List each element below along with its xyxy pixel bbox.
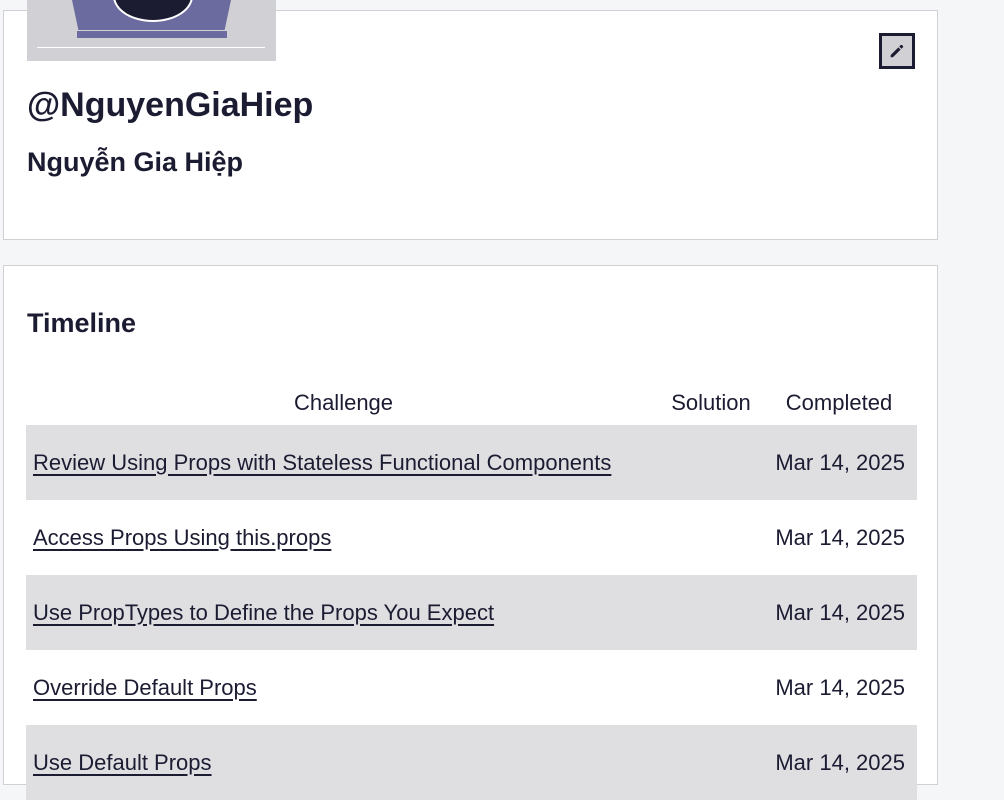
solution-cell [661, 500, 761, 575]
completed-date: Mar 14, 2025 [775, 749, 905, 775]
full-name: Nguyễn Gia Hiệp [27, 147, 244, 177]
username: @NguyenGiaHiep [27, 86, 314, 124]
avatar [27, 0, 276, 61]
timeline-title: Timeline [27, 308, 137, 338]
solution-cell [661, 575, 761, 650]
profile-card: @NguyenGiaHiep Nguyễn Gia Hiệp [3, 0, 938, 240]
table-row: Override Default Props Mar 14, 2025 [26, 650, 917, 725]
avatar-band [77, 31, 227, 38]
challenge-cell: Override Default Props [26, 650, 661, 725]
challenge-cell: Use PropTypes to Define the Props You Ex… [26, 575, 661, 650]
edit-profile-button[interactable] [879, 33, 915, 69]
challenge-link[interactable]: Use PropTypes to Define the Props You Ex… [33, 600, 494, 625]
completed-date: Mar 14, 2025 [775, 599, 905, 625]
table-row: Use Default Props Mar 14, 2025 [26, 725, 917, 800]
column-header-completed: Completed [785, 390, 893, 415]
column-header-challenge: Challenge [293, 390, 394, 415]
challenge-cell: Use Default Props [26, 725, 661, 800]
completed-date: Mar 14, 2025 [775, 524, 905, 550]
table-header-row: Challenge Solution Completed [26, 381, 917, 425]
solution-cell [661, 725, 761, 800]
solution-cell [661, 425, 761, 500]
completed-date: Mar 14, 2025 [775, 449, 905, 475]
avatar-divider [37, 47, 265, 48]
column-header-solution: Solution [671, 390, 751, 415]
challenge-link[interactable]: Use Default Props [33, 750, 212, 775]
table-row: Review Using Props with Stateless Functi… [26, 425, 917, 500]
challenge-link[interactable]: Access Props Using this.props [33, 525, 331, 550]
table-row: Access Props Using this.props Mar 14, 20… [26, 500, 917, 575]
challenge-link[interactable]: Override Default Props [33, 675, 257, 700]
challenge-link[interactable]: Review Using Props with Stateless Functi… [33, 450, 611, 475]
challenge-cell: Review Using Props with Stateless Functi… [26, 425, 661, 500]
solution-cell [661, 650, 761, 725]
challenge-cell: Access Props Using this.props [26, 500, 661, 575]
timeline-table: Challenge Solution Completed Review Usin… [26, 381, 917, 800]
pencil-icon [890, 44, 904, 58]
timeline-card: Timeline Challenge Solution Completed Re… [3, 265, 938, 800]
completed-date: Mar 14, 2025 [775, 674, 905, 700]
table-row: Use PropTypes to Define the Props You Ex… [26, 575, 917, 650]
